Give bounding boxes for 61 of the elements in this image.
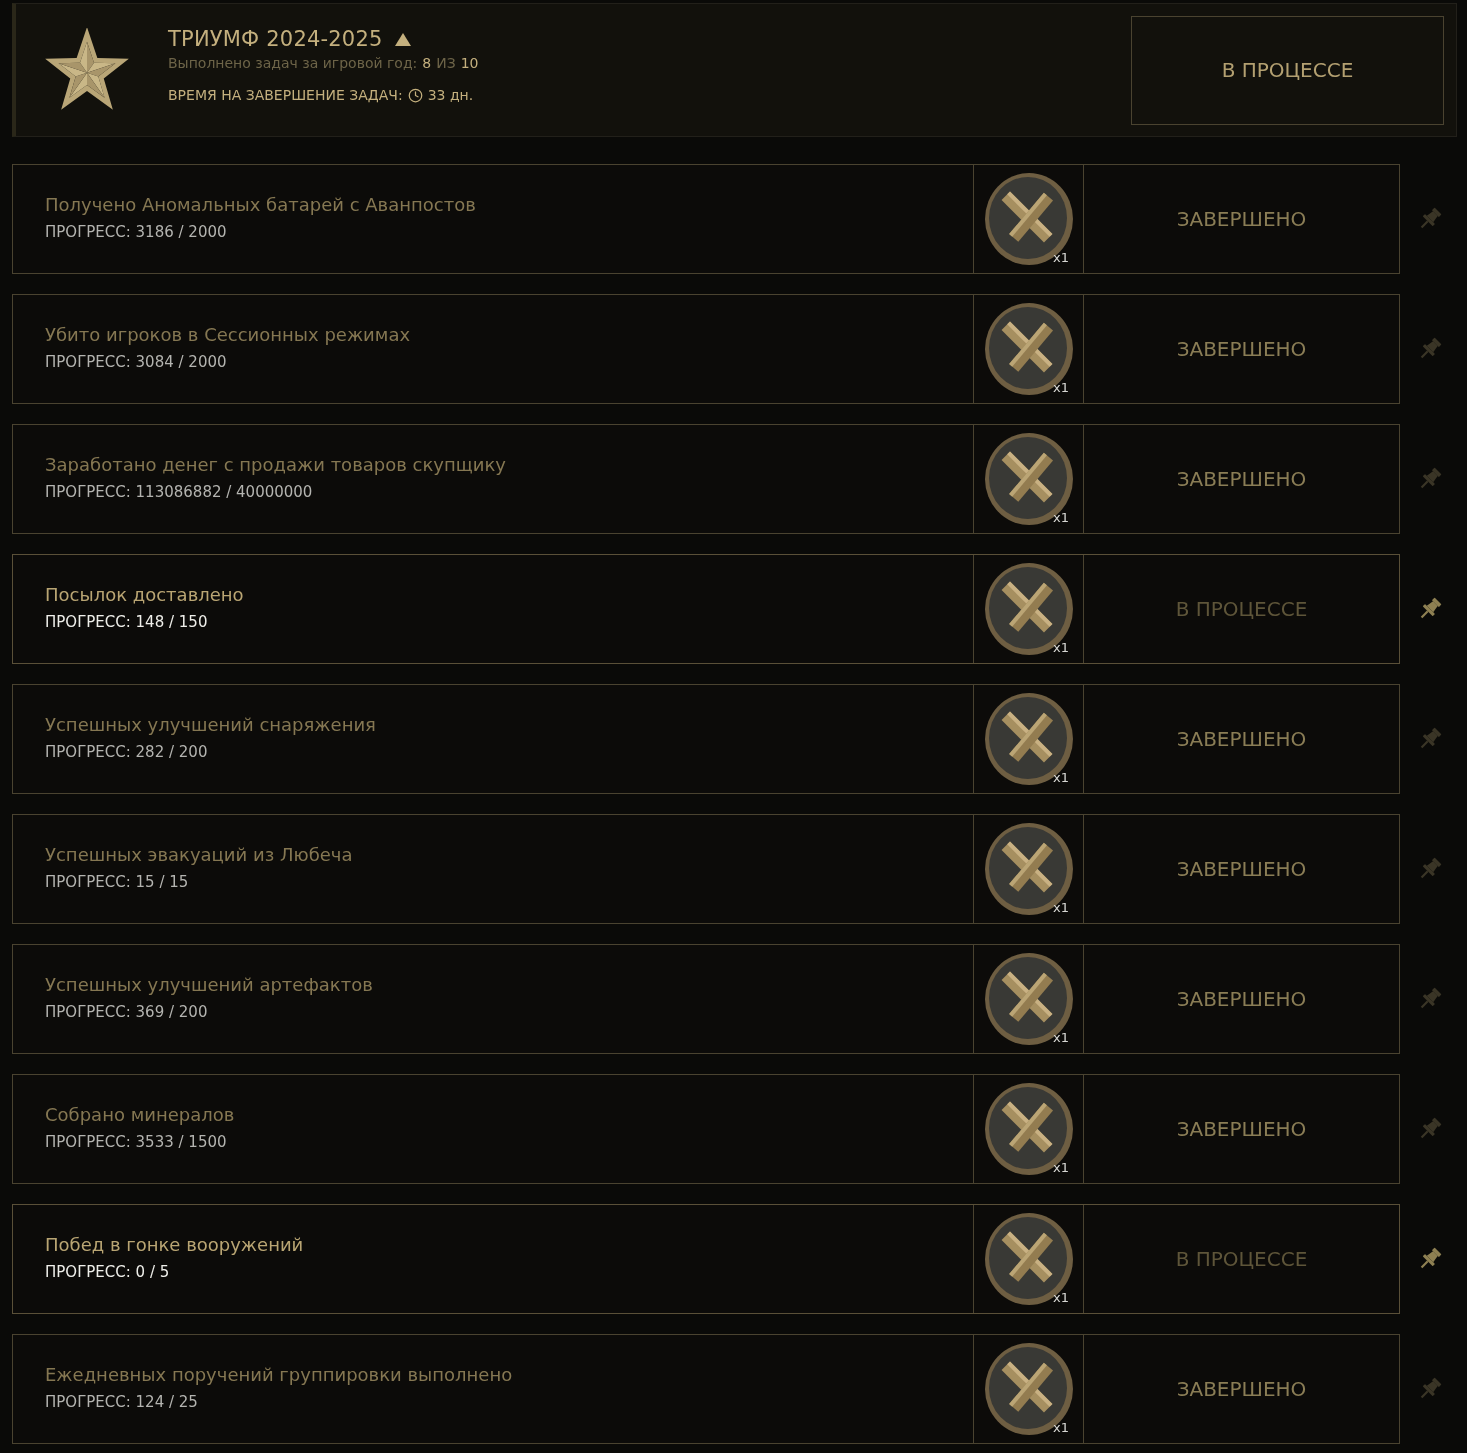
- task-status: В ПРОЦЕССЕ: [1174, 596, 1309, 623]
- task-title: Убито игроков в Сессионных режимах: [45, 323, 411, 345]
- task-status: ЗАВЕРШЕНО: [1175, 1376, 1308, 1403]
- season-status: В ПРОЦЕССЕ: [1131, 15, 1444, 125]
- task-title: Заработано денег с продажи товаров скупщику: [45, 453, 506, 475]
- task-progress: ПРОГРЕСС: 3533 / 1500: [45, 1132, 227, 1151]
- task-status: В ПРОЦЕССЕ: [1174, 1246, 1309, 1273]
- triangle-up-icon[interactable]: [394, 32, 411, 46]
- task-progress: ПРОГРЕСС: 282 / 200: [45, 742, 208, 761]
- star-icon: [43, 28, 131, 112]
- task-title: Успешных улучшений снаряжения: [45, 713, 376, 735]
- reward-count: x1: [1053, 380, 1069, 395]
- task-title: Успешных улучшений артефактов: [45, 973, 373, 995]
- task-status: ЗАВЕРШЕНО: [1175, 726, 1308, 753]
- task-progress: ПРОГРЕСС: 3186 / 2000: [45, 222, 227, 241]
- reward-count: x1: [1053, 510, 1069, 525]
- task-title: Посылок доставлено: [45, 583, 244, 605]
- season-title: ТРИУМФ 2024-2025: [168, 27, 383, 51]
- task-progress: ПРОГРЕСС: 369 / 200: [45, 1002, 208, 1021]
- task-progress: ПРОГРЕСС: 0 / 5: [45, 1262, 170, 1281]
- coin-icon: [982, 821, 1075, 917]
- coin-icon: [982, 951, 1075, 1047]
- total-count: 10: [460, 55, 479, 71]
- task-title: Получено Аномальных батарей с Аванпостов: [45, 193, 476, 215]
- task-title: Собрано минералов: [45, 1103, 235, 1125]
- task-status: ЗАВЕРШЕНО: [1175, 336, 1308, 363]
- task-progress: ПРОГРЕСС: 15 / 15: [45, 872, 189, 891]
- task-title: Ежедневных поручений группировки выполнено: [45, 1363, 513, 1385]
- clock-icon: [407, 87, 423, 103]
- reward-count: x1: [1053, 1030, 1069, 1045]
- coin-icon: [982, 1341, 1075, 1437]
- task-status: ЗАВЕРШЕНО: [1175, 466, 1308, 493]
- time-left: 33 дн.: [427, 87, 474, 103]
- task-status: ЗАВЕРШЕНО: [1175, 856, 1308, 883]
- time-label: ВРЕМЯ НА ЗАВЕРШЕНИЕ ЗАДАЧ:: [168, 87, 403, 103]
- task-title: Успешных эвакуаций из Любеча: [45, 843, 353, 865]
- coin-icon: [982, 1211, 1075, 1307]
- reward-count: x1: [1053, 640, 1069, 655]
- reward-count: x1: [1053, 250, 1069, 265]
- task-title: Побед в гонке вооружений: [45, 1233, 304, 1255]
- coin-icon: [982, 691, 1075, 787]
- task-progress: ПРОГРЕСС: 3084 / 2000: [45, 352, 227, 371]
- reward-count: x1: [1053, 770, 1069, 785]
- reward-count: x1: [1053, 900, 1069, 915]
- completed-label: Выполнено задач за игровой год:: [168, 55, 418, 71]
- coin-icon: [982, 1081, 1075, 1177]
- coin-icon: [982, 171, 1075, 267]
- task-status: ЗАВЕРШЕНО: [1175, 986, 1308, 1013]
- coin-icon: [982, 431, 1075, 527]
- task-status: ЗАВЕРШЕНО: [1175, 1116, 1308, 1143]
- coin-icon: [982, 301, 1075, 397]
- reward-count: x1: [1053, 1420, 1069, 1435]
- reward-count: x1: [1053, 1290, 1069, 1305]
- task-progress: ПРОГРЕСС: 148 / 150: [45, 612, 208, 631]
- task-progress: ПРОГРЕСС: 113086882 / 40000000: [45, 482, 313, 501]
- task-status: ЗАВЕРШЕНО: [1175, 206, 1308, 233]
- coin-icon: [982, 561, 1075, 657]
- completed-count: 8: [422, 55, 432, 71]
- of-label: ИЗ: [436, 55, 456, 71]
- reward-count: x1: [1053, 1160, 1069, 1175]
- task-progress: ПРОГРЕСС: 124 / 25: [45, 1392, 198, 1411]
